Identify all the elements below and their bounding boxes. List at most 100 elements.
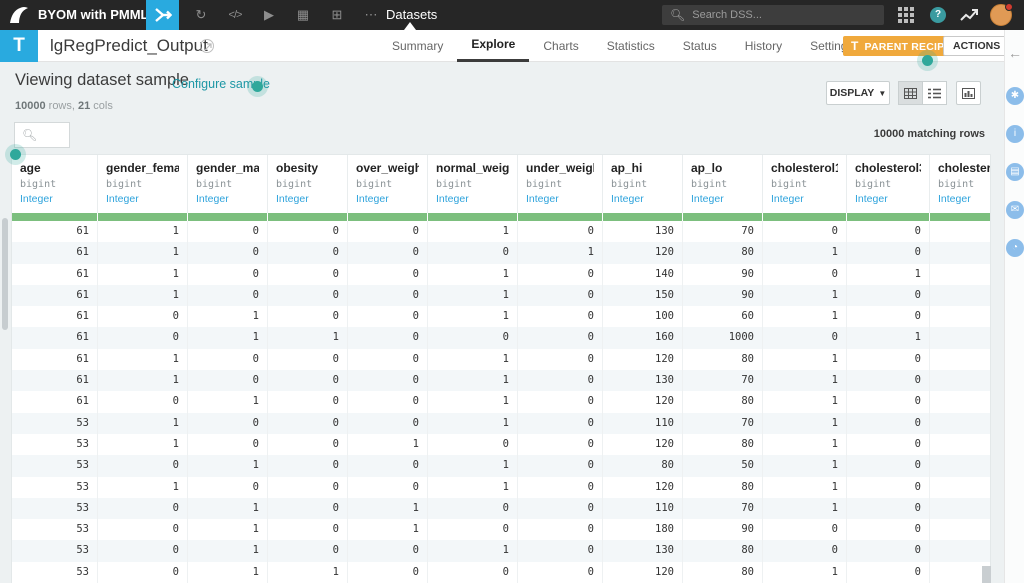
table-cell[interactable]: 70: [683, 221, 763, 242]
table-cell[interactable]: 0: [428, 327, 518, 348]
trend-icon[interactable]: [960, 8, 978, 22]
table-cell[interactable]: 0: [268, 477, 348, 498]
table-cell[interactable]: 1: [188, 327, 268, 348]
table-cell[interactable]: 0: [847, 306, 930, 327]
table-cell[interactable]: [930, 434, 990, 455]
tab-statistics[interactable]: Statistics: [593, 30, 669, 62]
table-cell[interactable]: 1: [188, 391, 268, 412]
more-icon[interactable]: ⋯: [354, 7, 388, 23]
table-cell[interactable]: 0: [188, 221, 268, 242]
table-cell[interactable]: 53: [12, 540, 98, 561]
table-cell[interactable]: 0: [268, 455, 348, 476]
table-cell[interactable]: 0: [763, 540, 847, 561]
onboarding-dot[interactable]: [10, 149, 21, 160]
table-cell[interactable]: 1000: [683, 327, 763, 348]
notebook-icon[interactable]: ⊞: [320, 7, 354, 23]
table-cell[interactable]: 1: [268, 562, 348, 583]
table-cell[interactable]: 0: [518, 264, 603, 285]
table-cell[interactable]: [930, 370, 990, 391]
vertical-scrollbar[interactable]: [2, 218, 8, 330]
schema-icon[interactable]: ▤: [1006, 163, 1024, 181]
table-cell[interactable]: 70: [683, 498, 763, 519]
table-cell[interactable]: 1: [188, 498, 268, 519]
table-cell[interactable]: [930, 327, 990, 348]
table-cell[interactable]: 1: [763, 306, 847, 327]
column-header-age[interactable]: agebigintInteger: [12, 155, 98, 213]
table-cell[interactable]: 0: [518, 285, 603, 306]
table-cell[interactable]: 1: [188, 540, 268, 561]
column-meaning-link[interactable]: Integer: [771, 193, 838, 205]
table-cell[interactable]: 130: [603, 540, 683, 561]
column-meaning-link[interactable]: Integer: [691, 193, 754, 205]
table-cell[interactable]: 53: [12, 562, 98, 583]
table-cell[interactable]: 61: [12, 306, 98, 327]
table-cell[interactable]: 0: [847, 562, 930, 583]
column-meaning-link[interactable]: Integer: [106, 193, 179, 205]
table-cell[interactable]: 1: [348, 434, 428, 455]
table-cell[interactable]: 140: [603, 264, 683, 285]
table-cell[interactable]: 1: [428, 391, 518, 412]
table-cell[interactable]: 90: [683, 285, 763, 306]
table-cell[interactable]: [930, 477, 990, 498]
table-cell[interactable]: 61: [12, 285, 98, 306]
table-cell[interactable]: 0: [348, 455, 428, 476]
table-cell[interactable]: 50: [683, 455, 763, 476]
table-cell[interactable]: 0: [98, 540, 188, 561]
column-meaning-link[interactable]: Integer: [196, 193, 259, 205]
table-cell[interactable]: 0: [188, 242, 268, 263]
table-cell[interactable]: 61: [12, 391, 98, 412]
table-cell[interactable]: 0: [518, 562, 603, 583]
table-cell[interactable]: 0: [98, 391, 188, 412]
table-cell[interactable]: 110: [603, 413, 683, 434]
table-cell[interactable]: 0: [847, 391, 930, 412]
column-header-gender_female[interactable]: gender_femalebigintInteger: [98, 155, 188, 213]
column-header-ap_lo[interactable]: ap_lobigintInteger: [683, 155, 763, 213]
table-cell[interactable]: 1: [847, 264, 930, 285]
column-meaning-link[interactable]: Integer: [855, 193, 921, 205]
table-cell[interactable]: 0: [98, 455, 188, 476]
table-cell[interactable]: 1: [763, 285, 847, 306]
global-search-input[interactable]: 🔍︎ Search DSS...: [662, 5, 884, 25]
table-cell[interactable]: 0: [518, 306, 603, 327]
discussion-icon[interactable]: ✉: [1006, 201, 1024, 219]
flow-icon[interactable]: [146, 0, 179, 30]
table-cell[interactable]: 1: [763, 242, 847, 263]
goto-flow-icon[interactable]: [200, 39, 214, 53]
column-meaning-link[interactable]: Integer: [526, 193, 594, 205]
code-icon[interactable]: </>: [218, 9, 252, 21]
table-cell[interactable]: 0: [268, 413, 348, 434]
column-meaning-link[interactable]: Integer: [938, 193, 990, 205]
table-cell[interactable]: 1: [763, 391, 847, 412]
collapse-panel-icon[interactable]: ←: [1008, 45, 1022, 61]
table-cell[interactable]: 0: [268, 498, 348, 519]
table-cell[interactable]: [930, 242, 990, 263]
table-cell[interactable]: 0: [847, 242, 930, 263]
column-header-under_weight[interactable]: under_weightbigintInteger: [518, 155, 603, 213]
table-cell[interactable]: 0: [348, 264, 428, 285]
table-cell[interactable]: 60: [683, 306, 763, 327]
table-cell[interactable]: 0: [348, 221, 428, 242]
table-cell[interactable]: [930, 519, 990, 540]
table-cell[interactable]: 1: [763, 370, 847, 391]
clock-icon[interactable]: ◔: [1006, 239, 1024, 257]
table-cell[interactable]: [930, 349, 990, 370]
table-cell[interactable]: 1: [428, 540, 518, 561]
table-cell[interactable]: 0: [348, 562, 428, 583]
table-cell[interactable]: 0: [518, 391, 603, 412]
table-cell[interactable]: 53: [12, 477, 98, 498]
display-button[interactable]: DISPLAY▼: [826, 81, 890, 105]
table-cell[interactable]: 0: [348, 327, 428, 348]
table-cell[interactable]: 90: [683, 519, 763, 540]
table-cell[interactable]: 53: [12, 413, 98, 434]
table-cell[interactable]: 0: [268, 391, 348, 412]
table-cell[interactable]: 1: [428, 477, 518, 498]
tab-history[interactable]: History: [731, 30, 796, 62]
table-cell[interactable]: [930, 391, 990, 412]
table-cell[interactable]: 120: [603, 242, 683, 263]
column-header-over_weight[interactable]: over_weightbigintInteger: [348, 155, 428, 213]
table-cell[interactable]: 0: [763, 221, 847, 242]
column-meaning-link[interactable]: Integer: [611, 193, 674, 205]
tab-explore[interactable]: Explore: [457, 30, 529, 62]
table-cell[interactable]: 0: [268, 242, 348, 263]
table-cell[interactable]: 70: [683, 413, 763, 434]
